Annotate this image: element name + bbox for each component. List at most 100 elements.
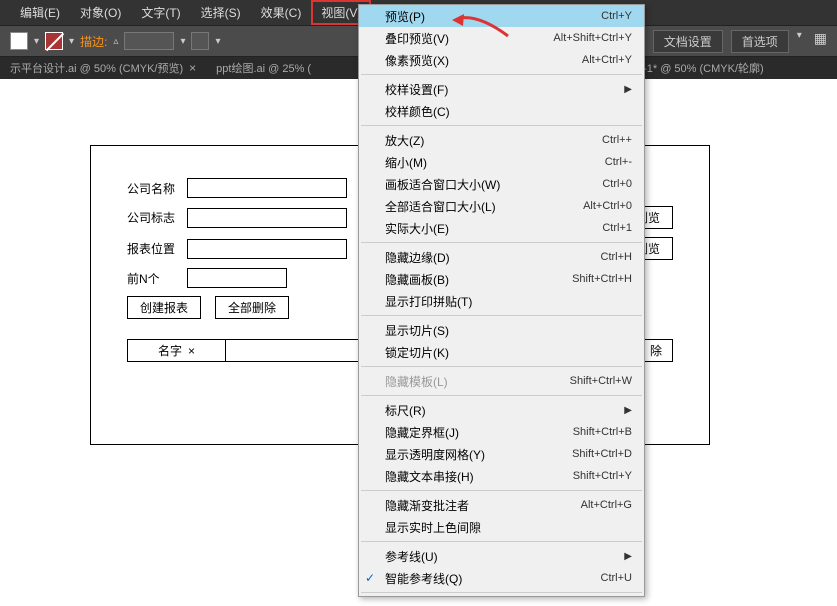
menu-item-label: 显示实时上色间隙 [385, 519, 632, 536]
menu-item[interactable]: ✓ 智能参考线(Q)Ctrl+U [359, 567, 644, 589]
menu-item-label: 显示切片(S) [385, 322, 632, 339]
menu-item[interactable]: 校样设置(F)▶ [359, 78, 644, 100]
more-icon[interactable]: ▦ [814, 30, 827, 53]
close-icon[interactable]: × [189, 61, 196, 75]
menu-item: 隐藏模板(L)Shift+Ctrl+W [359, 370, 644, 392]
menu-item-label: 隐藏定界框(J) [385, 424, 573, 441]
menu-item[interactable]: 画板适合窗口大小(W)Ctrl+0 [359, 173, 644, 195]
menu-shortcut: Ctrl++ [602, 134, 632, 146]
delete-all-button[interactable]: 全部删除 [215, 296, 289, 319]
menu-separator [361, 592, 642, 593]
menu-效果[interactable]: 效果(C) [251, 0, 312, 25]
stroke-stepper[interactable]: ▵ [113, 36, 118, 47]
menu-item[interactable]: 全部适合窗口大小(L)Alt+Ctrl+0 [359, 195, 644, 217]
menu-item-label: 隐藏模板(L) [385, 373, 570, 390]
menu-shortcut: Shift+Ctrl+H [572, 273, 632, 285]
menu-item[interactable]: 参考线(U)▶ [359, 545, 644, 567]
menu-separator [361, 74, 642, 75]
stroke-weight-dropdown[interactable] [124, 32, 174, 50]
chevron-down-icon[interactable]: ▾ [215, 36, 220, 47]
fill-swatch[interactable] [10, 32, 28, 50]
menu-item-label: 画板适合窗口大小(W) [385, 176, 602, 193]
menu-item[interactable]: 放大(Z)Ctrl++ [359, 129, 644, 151]
no-fill-swatch[interactable] [45, 32, 63, 50]
menu-item[interactable]: 隐藏画板(B)Shift+Ctrl+H [359, 268, 644, 290]
menu-item-label: 显示透明度网格(Y) [385, 446, 572, 463]
menu-item[interactable]: 叠印预览(V)Alt+Shift+Ctrl+Y [359, 27, 644, 49]
document-tab[interactable]: 示平台设计.ai @ 50% (CMYK/预览) × [0, 57, 206, 79]
menu-选择[interactable]: 选择(S) [191, 0, 251, 25]
menu-shortcut: Alt+Shift+Ctrl+Y [553, 32, 632, 44]
chevron-down-icon[interactable]: ▾ [69, 36, 74, 47]
menu-separator [361, 315, 642, 316]
menu-item[interactable]: 显示打印拼贴(T) [359, 290, 644, 312]
menu-item-label: 隐藏画板(B) [385, 271, 572, 288]
menu-item[interactable]: 隐藏边缘(D)Ctrl+H [359, 246, 644, 268]
menu-item[interactable]: 预览(P)Ctrl+Y [359, 5, 644, 27]
menu-item[interactable]: 显示实时上色间隙 [359, 516, 644, 538]
chevron-down-icon[interactable]: ▾ [180, 36, 185, 47]
report-location-label: 报表位置 [127, 240, 187, 257]
menu-item[interactable]: 显示切片(S) [359, 319, 644, 341]
preferences-button[interactable]: 首选项 [731, 30, 789, 53]
menu-item-label: 智能参考线(Q) [385, 570, 601, 587]
menu-item[interactable]: 显示透明度网格(Y)Shift+Ctrl+D [359, 443, 644, 465]
menu-separator [361, 125, 642, 126]
menu-item[interactable]: 缩小(M)Ctrl+- [359, 151, 644, 173]
menu-item[interactable]: 隐藏定界框(J)Shift+Ctrl+B [359, 421, 644, 443]
menu-item-label: 参考线(U) [385, 548, 624, 565]
menu-shortcut: Shift+Ctrl+Y [573, 470, 632, 482]
menu-item[interactable]: 实际大小(E)Ctrl+1 [359, 217, 644, 239]
top-n-field[interactable] [187, 268, 287, 288]
menu-separator [361, 541, 642, 542]
company-logo-label: 公司标志 [127, 209, 187, 226]
tab-label: 示平台设计.ai @ 50% (CMYK/预览) [10, 60, 183, 76]
menu-shortcut: Ctrl+U [601, 572, 632, 584]
menu-item[interactable]: 标尺(R)▶ [359, 399, 644, 421]
menu-item-label: 放大(Z) [385, 132, 602, 149]
menu-item[interactable]: 像素预览(X)Alt+Ctrl+Y [359, 49, 644, 71]
menu-shortcut: Alt+Ctrl+0 [583, 200, 632, 212]
menu-文字[interactable]: 文字(T) [131, 0, 190, 25]
document-settings-button[interactable]: 文档设置 [653, 30, 723, 53]
company-logo-field[interactable] [187, 208, 347, 228]
tab-label: ppt绘图.ai @ 25% ( [216, 60, 311, 76]
grid-col-name[interactable]: 名字 × [128, 340, 226, 361]
company-name-label: 公司名称 [127, 180, 187, 197]
menu-separator [361, 242, 642, 243]
stroke-style-dropdown[interactable] [191, 32, 209, 50]
submenu-arrow-icon: ▶ [624, 551, 632, 562]
menu-item[interactable]: 隐藏文本串接(H)Shift+Ctrl+Y [359, 465, 644, 487]
menu-item[interactable]: 隐藏渐变批注者Alt+Ctrl+G [359, 494, 644, 516]
top-n-label: 前N个 [127, 270, 187, 287]
menu-separator [361, 490, 642, 491]
menu-item-label: 校样颜色(C) [385, 103, 632, 120]
report-location-field[interactable] [187, 239, 347, 259]
chevron-down-icon[interactable]: ▾ [797, 30, 802, 53]
close-icon: × [188, 344, 195, 358]
menu-item-label: 校样设置(F) [385, 81, 624, 98]
chevron-down-icon[interactable]: ▾ [34, 36, 39, 47]
menu-item-label: 标尺(R) [385, 402, 624, 419]
menu-对象[interactable]: 对象(O) [70, 0, 131, 25]
menu-separator [361, 366, 642, 367]
document-tab[interactable]: ppt绘图.ai @ 25% ( [206, 57, 321, 79]
menu-item-label: 实际大小(E) [385, 220, 602, 237]
menu-item[interactable]: 锁定切片(K) [359, 341, 644, 363]
menu-shortcut: Shift+Ctrl+B [573, 426, 632, 438]
menu-shortcut: Ctrl+Y [601, 10, 632, 22]
menu-item-label: 缩小(M) [385, 154, 605, 171]
menu-item-label: 隐藏文本串接(H) [385, 468, 573, 485]
menu-item[interactable]: 校样颜色(C) [359, 100, 644, 122]
menu-item-label: 隐藏渐变批注者 [385, 497, 581, 514]
menu-编辑[interactable]: 编辑(E) [10, 0, 70, 25]
menu-shortcut: Shift+Ctrl+D [572, 448, 632, 460]
check-icon: ✓ [365, 571, 375, 585]
menu-item-label: 全部适合窗口大小(L) [385, 198, 583, 215]
create-report-button[interactable]: 创建报表 [127, 296, 201, 319]
menu-item-label: 显示打印拼贴(T) [385, 293, 632, 310]
menu-item-label: 锁定切片(K) [385, 344, 632, 361]
menu-shortcut: Alt+Ctrl+Y [582, 54, 632, 66]
menu-shortcut: Ctrl+- [605, 156, 632, 168]
company-name-field[interactable] [187, 178, 347, 198]
